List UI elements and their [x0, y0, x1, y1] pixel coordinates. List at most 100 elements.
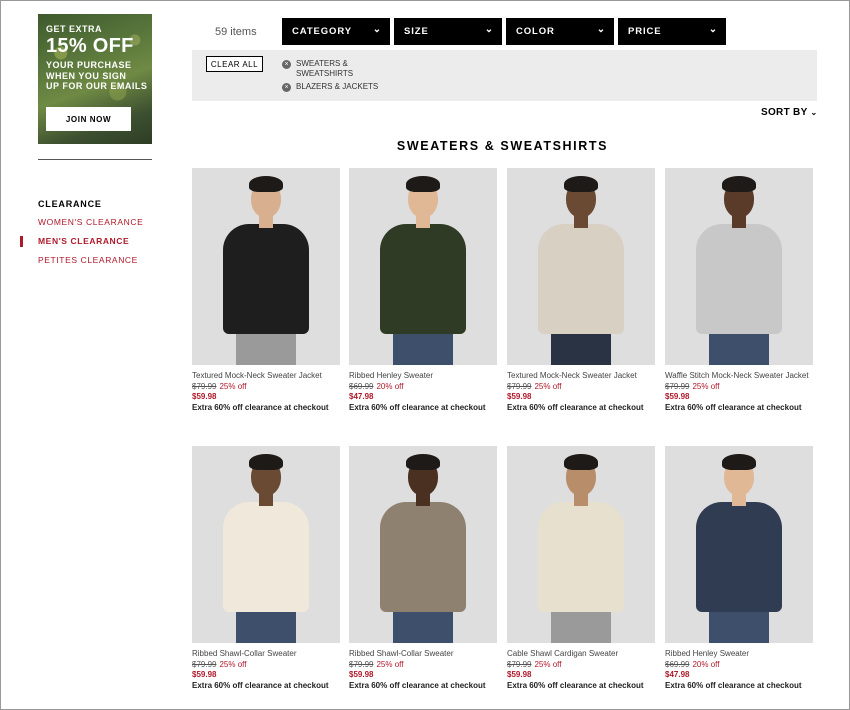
clearance-promo-text: Extra 60% off clearance at checkout	[665, 403, 802, 413]
original-price: $79.99	[665, 382, 690, 392]
section-title: SWEATERS & SWEATSHIRTS	[396, 139, 609, 153]
product-name[interactable]: Textured Mock-Neck Sweater Jacket	[507, 371, 655, 381]
price-row: $79.99 25% off	[507, 660, 655, 669]
product-image[interactable]	[507, 446, 655, 643]
sale-price: $59.98	[507, 392, 532, 402]
sidebar-item-mens-clearance[interactable]: MEN'S CLEARANCE	[38, 236, 129, 246]
chevron-down-icon: ⌄	[372, 24, 382, 35]
product-image[interactable]	[349, 446, 497, 643]
sale-price: $47.98	[665, 670, 690, 680]
original-price: $79.99	[192, 382, 217, 392]
price-row: $69.99 20% off	[349, 382, 497, 391]
discount-percent: 25% off	[692, 382, 720, 392]
promo-line: UP FOR OUR EMAILS	[46, 81, 148, 92]
sale-price: $59.98	[665, 392, 690, 402]
clear-all-button[interactable]: CLEAR ALL	[206, 56, 263, 72]
product-image[interactable]	[192, 168, 340, 365]
price-row: $79.99 25% off	[665, 382, 813, 391]
filter-label: PRICE	[628, 26, 662, 37]
chip-label: BLAZERS & JACKETS	[296, 82, 379, 91]
promo-headline: 15% OFF	[46, 35, 134, 58]
product-card[interactable]: Ribbed Shawl-Collar Sweater $79.99 25% off…	[192, 446, 340, 690]
chevron-down-icon: ⌄	[810, 108, 818, 117]
product-card[interactable]: Ribbed Shawl-Collar Sweater $79.99 25% off…	[349, 446, 497, 690]
product-name[interactable]: Ribbed Shawl-Collar Sweater	[192, 649, 340, 659]
discount-percent: 25% off	[219, 382, 247, 392]
product-name[interactable]: Waffle Stitch Mock-Neck Sweater Jacket	[665, 371, 813, 381]
price-row: $79.99 25% off	[507, 382, 655, 391]
product-image[interactable]	[665, 446, 813, 643]
applied-filter-chip[interactable]: × BLAZERS & JACKETS	[282, 82, 416, 92]
product-card[interactable]: Textured Mock-Neck Sweater Jacket $79.99 2…	[192, 168, 340, 412]
original-price: $69.99	[349, 382, 374, 392]
size-filter-dropdown[interactable]: SIZE ⌄	[394, 18, 502, 45]
item-count: 59 items	[215, 26, 257, 38]
clearance-promo-text: Extra 60% off clearance at checkout	[665, 681, 802, 691]
price-row: $79.99 25% off	[349, 660, 497, 669]
product-card[interactable]: Ribbed Henley Sweater $69.99 20% off $47.98…	[349, 168, 497, 412]
original-price: $79.99	[507, 660, 532, 670]
sale-price: $59.98	[349, 670, 374, 680]
category-filter-dropdown[interactable]: CATEGORY ⌄	[282, 18, 390, 45]
model-hair	[564, 176, 598, 192]
promo-text: GET EXTRA 15% OFF YOUR PURCHASE WHEN YOU…	[46, 24, 147, 91]
discount-percent: 25% off	[534, 382, 562, 392]
sort-by-dropdown[interactable]: SORT BY ⌄	[761, 107, 817, 118]
model-sweater	[538, 502, 624, 612]
price-row: $69.99 20% off	[665, 660, 813, 669]
filter-label: CATEGORY	[292, 26, 352, 37]
clearance-promo-text: Extra 60% off clearance at checkout	[192, 403, 329, 413]
model-hair	[406, 176, 440, 192]
sale-price: $59.98	[192, 392, 217, 402]
price-row: $79.99 25% off	[192, 382, 340, 391]
email-signup-promo[interactable]: GET EXTRA 15% OFF YOUR PURCHASE WHEN YOU…	[38, 14, 152, 144]
product-name[interactable]: Cable Shawl Cardigan Sweater	[507, 649, 655, 659]
product-card[interactable]: Waffle Stitch Mock-Neck Sweater Jacket $7…	[665, 168, 813, 412]
original-price: $69.99	[665, 660, 690, 670]
model-hair	[249, 176, 283, 192]
product-image[interactable]	[507, 168, 655, 365]
price-filter-dropdown[interactable]: PRICE ⌄	[618, 18, 726, 45]
color-filter-dropdown[interactable]: COLOR ⌄	[506, 18, 614, 45]
sale-price: $47.98	[349, 392, 374, 402]
original-price: $79.99	[349, 660, 374, 670]
remove-filter-icon[interactable]: ×	[282, 60, 291, 69]
join-now-button[interactable]: JOIN NOW	[46, 107, 131, 131]
original-price: $79.99	[192, 660, 217, 670]
sidebar-item-womens-clearance[interactable]: WOMEN'S CLEARANCE	[38, 217, 143, 227]
product-card[interactable]: Ribbed Henley Sweater $69.99 20% off $47.98…	[665, 446, 813, 690]
model-sweater	[380, 502, 466, 612]
product-name[interactable]: Ribbed Henley Sweater	[665, 649, 813, 659]
sidebar-divider	[38, 159, 152, 160]
product-name[interactable]: Ribbed Henley Sweater	[349, 371, 497, 381]
model-hair	[406, 454, 440, 470]
original-price: $79.99	[507, 382, 532, 392]
remove-filter-icon[interactable]: ×	[282, 83, 291, 92]
model-hair	[722, 176, 756, 192]
product-image[interactable]	[349, 168, 497, 365]
product-image[interactable]	[665, 168, 813, 365]
price-row: $79.99 25% off	[192, 660, 340, 669]
filter-label: SIZE	[404, 26, 429, 37]
model-sweater	[223, 502, 309, 612]
product-name[interactable]: Ribbed Shawl-Collar Sweater	[349, 649, 497, 659]
product-card[interactable]: Cable Shawl Cardigan Sweater $79.99 25% of…	[507, 446, 655, 690]
product-card[interactable]: Textured Mock-Neck Sweater Jacket $79.99 2…	[507, 168, 655, 412]
product-name[interactable]: Textured Mock-Neck Sweater Jacket	[192, 371, 340, 381]
discount-percent: 20% off	[376, 382, 404, 392]
chevron-down-icon: ⌄	[596, 24, 606, 35]
discount-percent: 25% off	[219, 660, 247, 670]
model-hair	[249, 454, 283, 470]
sale-price: $59.98	[192, 670, 217, 680]
model-sweater	[696, 224, 782, 334]
model-sweater	[223, 224, 309, 334]
clearance-promo-text: Extra 60% off clearance at checkout	[507, 403, 644, 413]
promo-line: YOUR PURCHASE	[46, 60, 132, 71]
clearance-promo-text: Extra 60% off clearance at checkout	[192, 681, 329, 691]
model-hair	[722, 454, 756, 470]
model-sweater	[696, 502, 782, 612]
applied-filter-chip[interactable]: × SWEATERS & SWEATSHIRTS	[282, 59, 366, 79]
discount-percent: 20% off	[692, 660, 720, 670]
product-image[interactable]	[192, 446, 340, 643]
sidebar-item-petites-clearance[interactable]: PETITES CLEARANCE	[38, 255, 138, 265]
